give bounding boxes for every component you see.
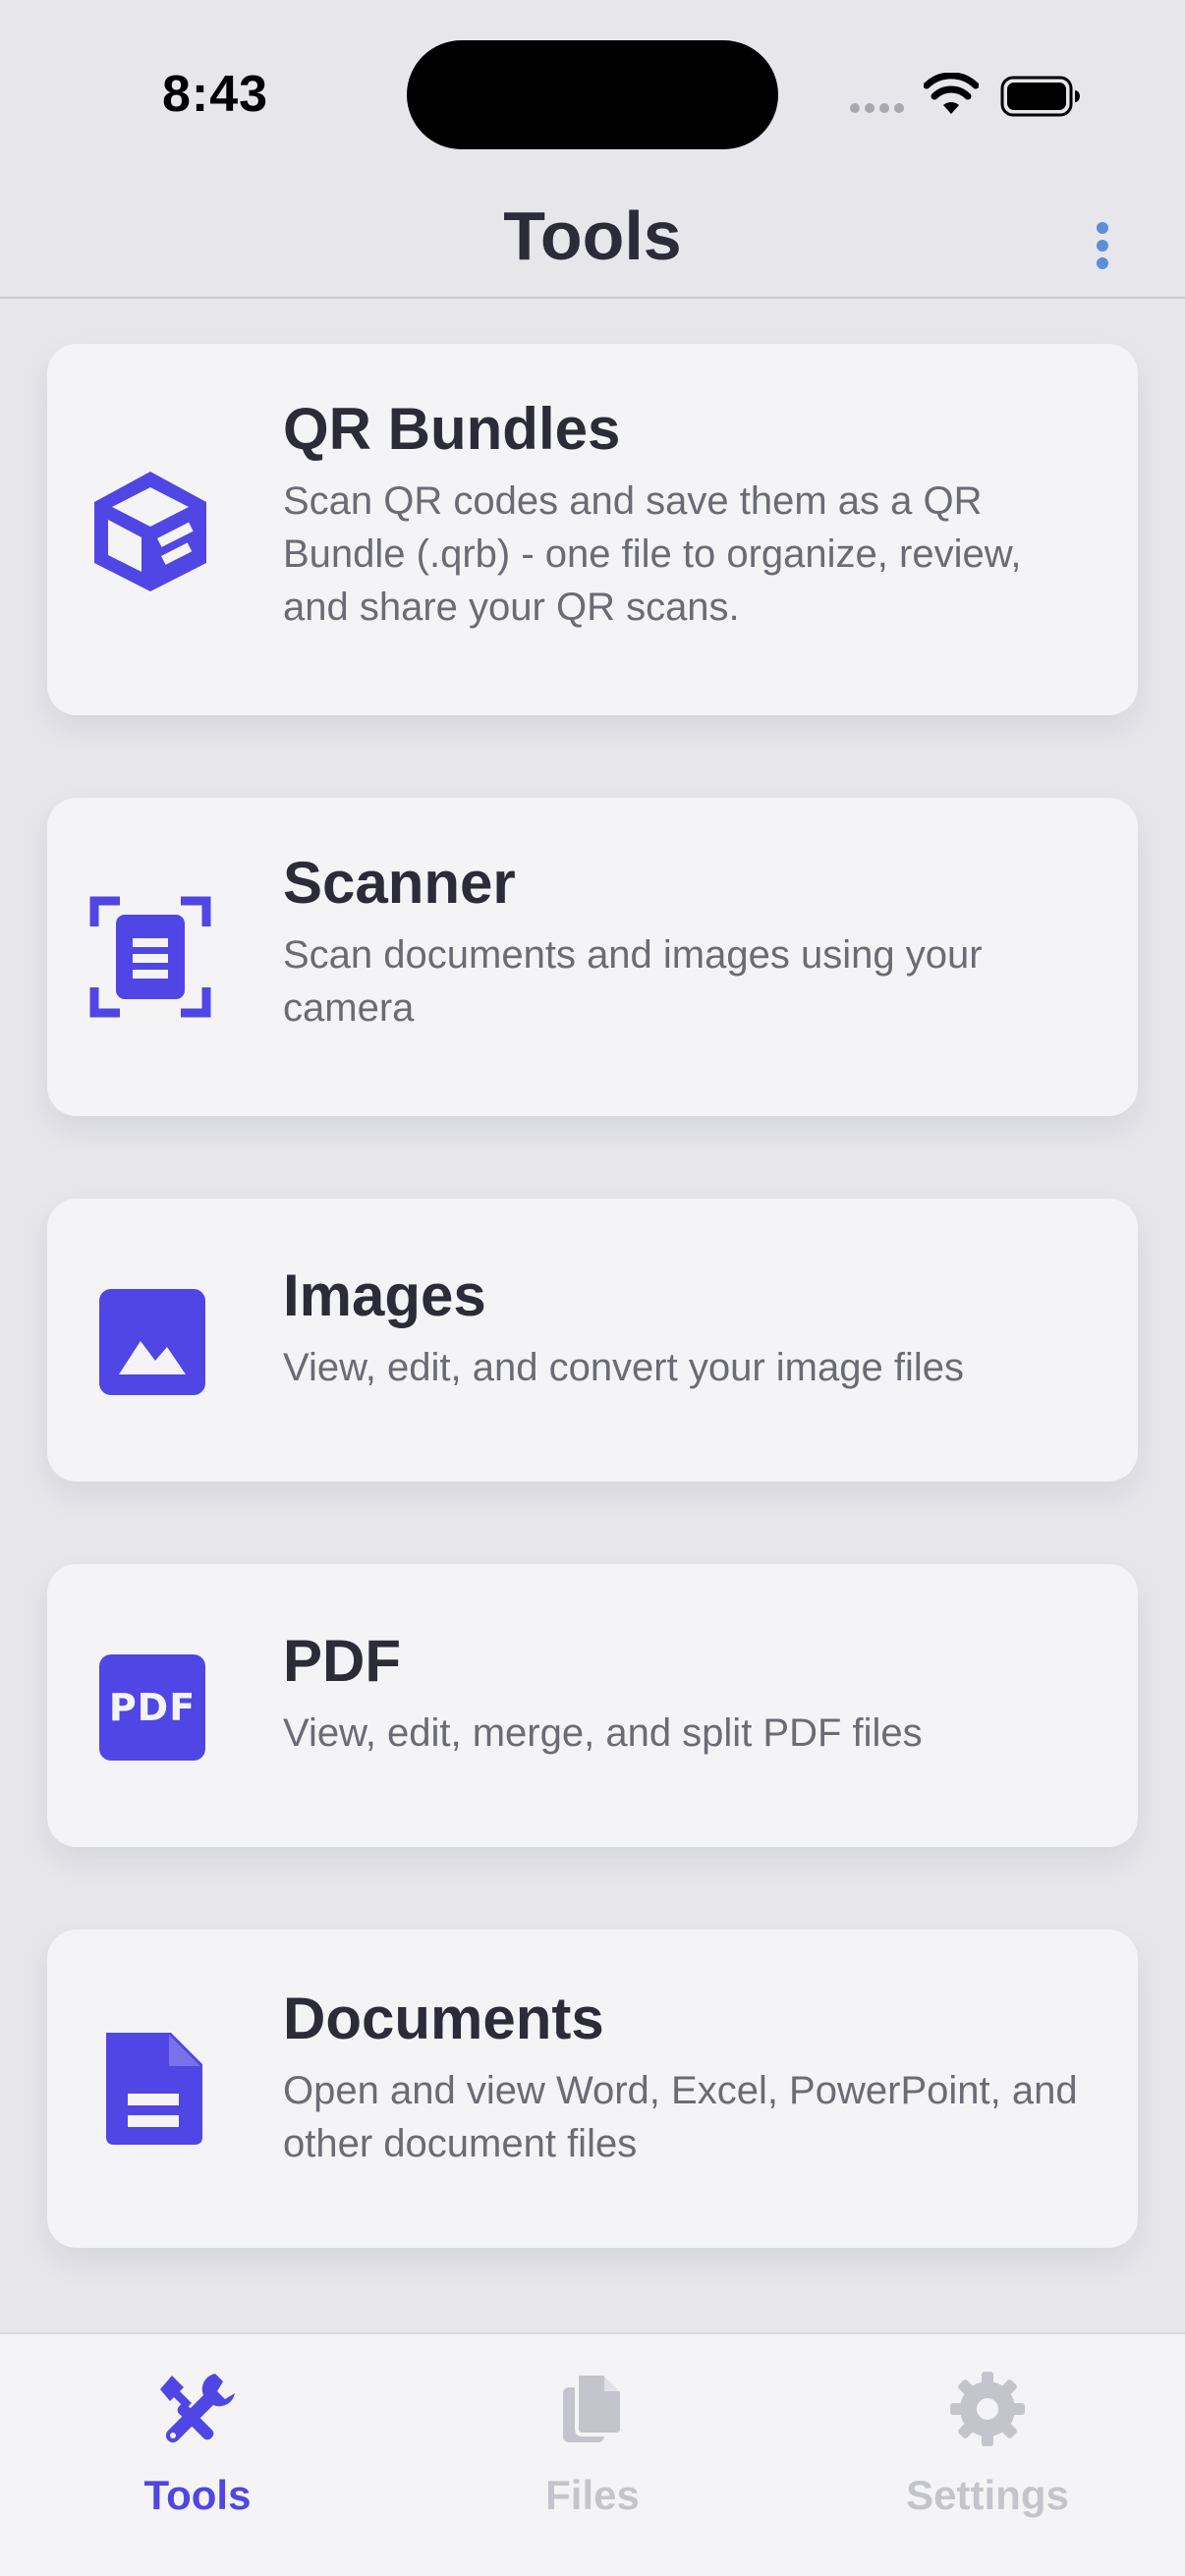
dynamic-island (407, 40, 778, 149)
tool-description: Scan documents and images using your cam… (283, 933, 983, 1030)
wifi-icon (924, 73, 979, 114)
settings-icon (950, 2372, 1025, 2446)
status-bar: 8:43 (0, 0, 1185, 177)
tab-tools[interactable]: Tools (0, 2334, 395, 2576)
tool-card-documents[interactable]: Documents Open and view Word, Excel, Pow… (47, 1930, 1138, 2248)
tools-icon (160, 2374, 235, 2443)
files-icon (563, 2372, 624, 2442)
pdf-badge-label: PDF (108, 1686, 197, 1729)
tool-card-images[interactable]: Images View, edit, and convert your imag… (47, 1199, 1138, 1482)
image-icon (99, 1289, 205, 1395)
tab-settings[interactable]: Settings (790, 2334, 1185, 2576)
document-scanner-icon (89, 896, 211, 1018)
navigation-bar: Tools (0, 177, 1185, 299)
more-vertical-icon (1097, 222, 1108, 269)
tool-card-scanner[interactable]: Scanner Scan documents and images using … (47, 798, 1138, 1116)
tab-files[interactable]: Files (395, 2334, 790, 2576)
tab-bar: Tools Files Settings (0, 2332, 1185, 2576)
pdf-icon: PDF (86, 1642, 214, 1769)
tool-description: View, edit, and convert your image files (283, 1346, 964, 1389)
tool-description: Open and view Word, Excel, PowerPoint, a… (283, 2069, 1078, 2165)
tool-title: QR Bundles (283, 396, 621, 462)
tool-description: Scan QR codes and save them as a QR Bund… (283, 479, 1022, 629)
tool-title: Scanner (283, 850, 516, 916)
battery-icon (1000, 76, 1080, 117)
page-title: Tools (503, 197, 682, 274)
tools-screen: 8:43 Tools QR Bundles Scan QR codes and … (0, 0, 1185, 2576)
tool-card-pdf[interactable]: PDF PDF View, edit, merge, and split PDF… (47, 1564, 1138, 1847)
tab-label: Files (545, 2472, 640, 2518)
tool-title: PDF (283, 1628, 401, 1694)
qr-bundle-box-icon (94, 472, 206, 591)
tool-card-qr-bundles[interactable]: QR Bundles Scan QR codes and save them a… (47, 344, 1138, 715)
status-time: 8:43 (162, 66, 269, 123)
tool-description: View, edit, merge, and split PDF files (283, 1711, 923, 1755)
tool-title: Images (283, 1262, 486, 1328)
tab-label: Settings (906, 2472, 1069, 2518)
cellular-signal-icon (850, 103, 904, 113)
tab-label: Tools (143, 2472, 252, 2518)
document-icon (106, 2033, 202, 2145)
pdf-badge: PDF (99, 1654, 205, 1761)
tool-title: Documents (283, 1986, 604, 2051)
more-options-button[interactable] (1081, 214, 1124, 277)
